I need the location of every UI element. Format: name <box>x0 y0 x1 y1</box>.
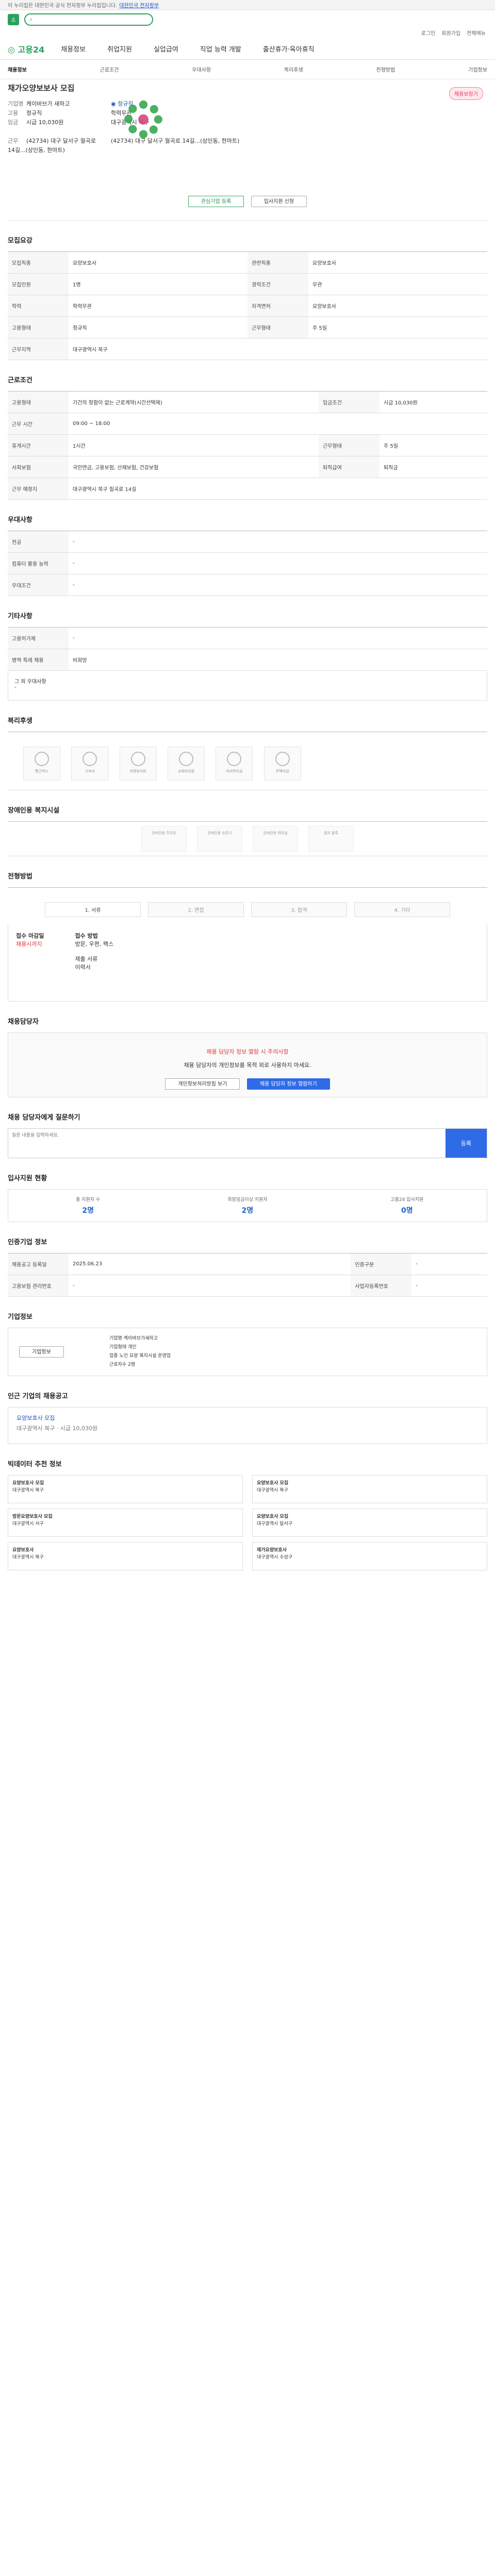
certification-table: 채용공고 등록일 2025.06.23 인증구분 - 고용보험 관리번호 - 사업자등록번… <box>8 1253 487 1297</box>
certification-section-title: 인증기업 정보 <box>8 1239 47 1246</box>
apply-button[interactable]: 입사지원 신청 <box>251 196 307 207</box>
header: ♙ ⌕ <box>0 10 495 29</box>
company-detail-button[interactable]: 기업정보 <box>19 1346 64 1358</box>
nearby-job-card[interactable]: 요양보호사 모집 대구광역시 북구 · 시급 10,030원 <box>8 1407 487 1444</box>
brand-logo[interactable]: ◎ 고용24 <box>8 43 44 55</box>
nav-job-training[interactable]: 직업 능력 개발 <box>200 44 241 54</box>
main-navigation: ◎ 고용24 채용정보 취업지원 실업급여 직업 능력 개발 출산휴가·육아휴직 <box>0 38 495 60</box>
login-link[interactable]: 로그인 <box>421 29 436 38</box>
tab-conditions[interactable]: 근로조건 <box>100 65 119 73</box>
recommendation-item[interactable]: 요양보호사 모집 대구광역시 달서구 <box>252 1509 487 1537</box>
welfare-icon <box>82 752 97 766</box>
preferences-section-title: 우대사항 <box>8 516 32 524</box>
application-section-title: 입사지원 현황 <box>8 1175 47 1182</box>
recruitment-table: 모집직종 요양보호사 관련직종 요양보호사 모집인원 1명 경력조건 무관 학력 학력무관 자격… <box>8 251 487 360</box>
company-logo-icon <box>124 100 162 139</box>
recommendation-item[interactable]: 요양보호사 모집 대구광역시 북구 <box>8 1475 243 1503</box>
nav-leave[interactable]: 출산휴가·육아휴직 <box>263 44 315 54</box>
all-menu-link[interactable]: 전체메뉴 <box>467 29 486 38</box>
conditions-section-title: 근로조건 <box>8 377 32 384</box>
other-table: 고용허가제 - 병역 특례 채용 비희망 <box>8 627 487 671</box>
tab-selection[interactable]: 전형방법 <box>376 65 395 73</box>
bigdata-section-title: 빅데이터 추천 정보 <box>8 1461 62 1468</box>
accessibility-section-title: 장애인용 복지시설 <box>8 807 60 815</box>
recruitment-section-title: 모집요강 <box>8 237 32 245</box>
question-input[interactable]: 질문 내용을 입력하세요. <box>8 1129 446 1158</box>
search-input[interactable]: ⌕ <box>24 13 153 26</box>
welfare-icon <box>275 752 290 766</box>
welfare-icons: 통근버스 기숙사 차량유지비 교육비지원 자녀학자금 주택자금 <box>8 732 487 790</box>
company-section-title: 기업정보 <box>8 1313 32 1321</box>
recommendation-item[interactable]: 요양보호사 대구광역시 북구 <box>8 1542 243 1570</box>
nav-job-info[interactable]: 채용정보 <box>61 44 86 54</box>
selection-process: 1. 서류 2. 면접 3. 합격 4. 기타 <box>8 887 487 924</box>
other-section-title: 기타사항 <box>8 613 32 620</box>
tab-welfare[interactable]: 복리후생 <box>284 65 303 73</box>
conditions-table: 고용형태 기간의 정함이 없는 근로계약(시간선택제) 임금조건 시급 10,030원… <box>8 391 487 500</box>
tab-preferences[interactable]: 우대사항 <box>192 65 211 73</box>
privacy-info-button[interactable]: 개인정보처리방침 보기 <box>165 1078 240 1090</box>
submission-docs: 접수 마감일 채용시까지 접수 방법 방문, 우편, 팩스 제출 서류 이력서 <box>8 924 487 1002</box>
preferences-table: 전공 - 컴퓨터 활용 능력 - 우대조건 - <box>8 531 487 596</box>
recommendation-list: 요양보호사 모집 대구광역시 북구 요양보호사 모집 대구광역시 북구 방문요양보호… <box>8 1475 487 1570</box>
footer-spacer <box>8 1570 487 1617</box>
job-badge: 채용보장기 <box>449 87 483 100</box>
utility-menu: 로그인 회원가입 전체메뉴 <box>0 29 495 38</box>
submit-question-button[interactable]: 등록 <box>446 1129 487 1158</box>
welfare-icon <box>130 752 145 766</box>
home-icon[interactable]: ♙ <box>8 14 19 25</box>
signup-link[interactable]: 회원가입 <box>441 29 460 38</box>
job-summary: 채가오양보보사 모집 채용보장기 기업명 케이바브가 새하고 고용 정규직 임금 시급… <box>8 82 487 221</box>
favorite-company-button[interactable]: 관심기업 등록 <box>188 196 244 207</box>
nav-employment-support[interactable]: 취업지원 <box>107 44 132 54</box>
search-icon: ⌕ <box>29 16 33 23</box>
application-stats: 총 지원자 수 2명 희망임금이상 지원자 2명 고용24 입사지원 0명 <box>8 1189 487 1222</box>
nearby-section-title: 인근 기업의 채용공고 <box>8 1393 68 1400</box>
tab-recruitment[interactable]: 채용정보 <box>8 65 27 73</box>
other-note: 그 외 우대사항 - <box>8 671 487 701</box>
tab-company[interactable]: 기업정보 <box>468 65 487 73</box>
inquiry-form[interactable]: 질문 내용을 입력하세요. 등록 <box>8 1128 487 1158</box>
inquiry-section-title: 채용 담당자에게 질문하기 <box>8 1114 80 1122</box>
recommendation-item[interactable]: 요양보호사 모집 대구광역시 북구 <box>252 1475 487 1503</box>
recommendation-item[interactable]: 방문요양보호사 모집 대구광역시 서구 <box>8 1509 243 1537</box>
welfare-section-title: 복리후생 <box>8 717 32 725</box>
accessibility-facilities: 장애인용 주차장 장애인용 승강기 장애인용 화장실 점자 블록 <box>8 821 487 856</box>
government-notice-bar: 이 누리집은 대한민국 공식 전자정부 누리집입니다. 대한민국 전자정부 <box>0 0 495 10</box>
selection-section-title: 전형방법 <box>8 873 32 880</box>
government-link[interactable]: 대한민국 전자정부 <box>119 1 159 9</box>
section-tabs: 채용정보 근로조건 우대사항 복리후생 전형방법 기업정보 <box>0 60 495 79</box>
recommendation-item[interactable]: 재가요양보호사 대구광역시 수성구 <box>252 1542 487 1570</box>
job-title: 채가오양보보사 모집 <box>8 83 75 93</box>
company-info-box: 기업정보 기업명 케이바브가새하고 기업형태 개인 업종 노인 요양 복지시설 … <box>8 1328 487 1376</box>
nav-unemployment-benefit[interactable]: 실업급여 <box>154 44 178 54</box>
view-contact-button[interactable]: 채용 담당자 정보 열람하기 <box>246 1078 330 1090</box>
job-basic-info: 기업명 케이바브가 새하고 고용 정규직 임금 시급 10,030원 근무 (42734… <box>8 100 96 154</box>
welfare-icon <box>35 752 49 766</box>
welfare-icon <box>179 752 193 766</box>
contact-section-title: 채용담당자 <box>8 1018 39 1026</box>
welfare-icon <box>227 752 242 766</box>
notice-text: 이 누리집은 대한민국 공식 전자정부 누리집입니다. <box>8 3 118 9</box>
contact-info-box: 채용 담당자 정보 열람 시 주의사항 채용 담당자의 개인정보를 목적 외로 … <box>8 1032 487 1097</box>
